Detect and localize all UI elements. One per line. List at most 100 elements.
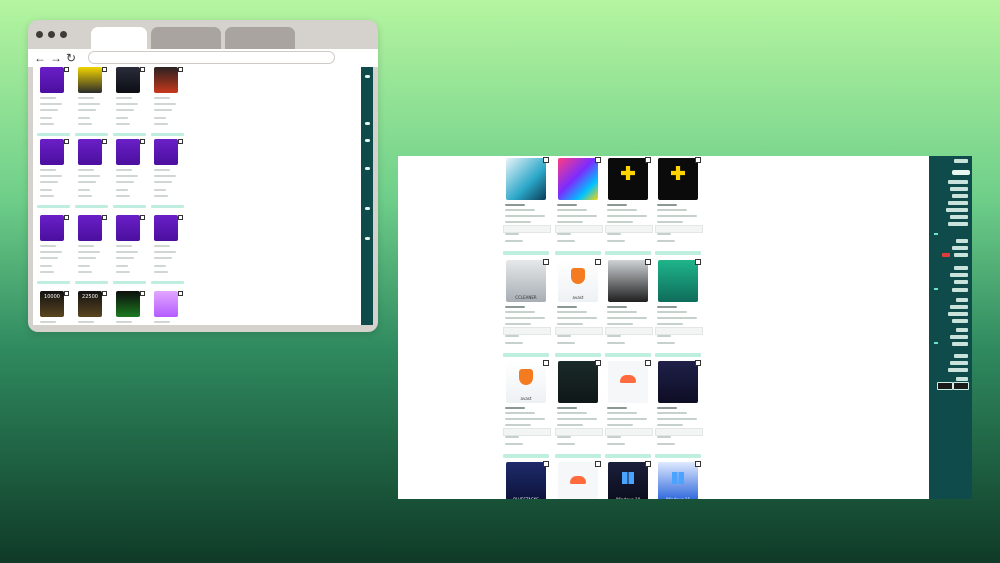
mini-sidebar-item[interactable]	[365, 207, 370, 210]
sidebar-login-button[interactable]	[952, 170, 970, 175]
variant-select[interactable]	[555, 428, 603, 436]
compare-checkbox[interactable]	[695, 259, 701, 265]
sidebar-item[interactable]	[954, 280, 968, 284]
sidebar-item[interactable]	[952, 194, 968, 198]
compare-checkbox[interactable]	[645, 157, 651, 163]
add-to-cart-button[interactable]	[605, 353, 651, 357]
variant-select[interactable]	[503, 225, 551, 233]
mini-sidebar-item[interactable]	[365, 122, 370, 125]
mini-product-image[interactable]: 22500	[78, 291, 102, 317]
sidebar-item[interactable]	[948, 180, 968, 184]
card-windows-11[interactable]: Windows 11	[655, 461, 701, 499]
mini-compare-checkbox[interactable]	[140, 291, 145, 296]
forward-arrow-icon[interactable]: →	[50, 50, 62, 66]
mini-add-to-cart-button[interactable]	[113, 281, 146, 284]
mini-product-card[interactable]	[113, 289, 147, 325]
compare-checkbox[interactable]	[595, 360, 601, 366]
add-to-cart-button[interactable]	[503, 251, 549, 255]
card-software-box[interactable]	[605, 259, 653, 357]
browser-tab-3[interactable]	[225, 27, 295, 49]
sidebar-item[interactable]	[952, 319, 968, 323]
mini-product-image[interactable]	[40, 139, 64, 165]
mini-compare-checkbox[interactable]	[178, 139, 183, 144]
sidebar-item[interactable]	[950, 335, 968, 339]
variant-select[interactable]	[605, 225, 653, 233]
compare-checkbox[interactable]	[645, 360, 651, 366]
mini-compare-checkbox[interactable]	[178, 291, 183, 296]
compare-checkbox[interactable]	[595, 461, 601, 467]
google-play-badge[interactable]	[937, 382, 953, 390]
card-ccleaner[interactable]: CCLEANER	[503, 259, 551, 357]
card-easeus[interactable]	[655, 259, 703, 357]
variant-select[interactable]	[555, 327, 603, 335]
mini-sidebar-item[interactable]	[365, 167, 370, 170]
variant-select[interactable]	[655, 225, 703, 233]
card-security-1[interactable]	[503, 157, 551, 255]
compare-checkbox[interactable]	[695, 360, 701, 366]
product-image[interactable]	[558, 462, 598, 499]
mini-product-image[interactable]	[154, 67, 178, 93]
add-to-cart-button[interactable]	[555, 353, 601, 357]
sidebar-item[interactable]	[952, 342, 968, 346]
compare-checkbox[interactable]	[543, 157, 549, 163]
product-image[interactable]	[558, 158, 598, 200]
mini-product-card[interactable]	[75, 67, 109, 136]
sidebar-item[interactable]	[948, 201, 968, 205]
add-to-cart-button[interactable]	[655, 251, 701, 255]
product-image[interactable]	[506, 158, 546, 200]
mini-product-card[interactable]	[151, 213, 185, 284]
mini-add-to-cart-button[interactable]	[75, 205, 108, 208]
mini-product-card[interactable]	[37, 67, 71, 136]
product-image[interactable]	[608, 260, 648, 302]
card-cloud-1[interactable]	[605, 360, 653, 458]
mini-product-card[interactable]: 10000	[37, 289, 71, 325]
mini-compare-checkbox[interactable]	[102, 291, 107, 296]
mini-product-card[interactable]	[113, 213, 147, 284]
mini-add-to-cart-button[interactable]	[113, 205, 146, 208]
mini-add-to-cart-button[interactable]	[151, 205, 184, 208]
mini-product-card[interactable]	[151, 67, 185, 136]
compare-checkbox[interactable]	[645, 259, 651, 265]
product-image[interactable]: BLUESTACKS	[506, 462, 546, 499]
mini-product-image[interactable]	[78, 215, 102, 241]
mini-product-image[interactable]	[78, 139, 102, 165]
mini-product-image[interactable]	[154, 215, 178, 241]
card-windows-10[interactable]: Windows 10	[605, 461, 651, 499]
address-bar[interactable]	[88, 51, 335, 64]
mini-compare-checkbox[interactable]	[64, 291, 69, 296]
maximize-dot-icon[interactable]	[60, 31, 67, 38]
mini-product-card[interactable]	[37, 213, 71, 284]
mini-compare-checkbox[interactable]	[102, 67, 107, 72]
variant-select[interactable]	[503, 327, 551, 335]
variant-select[interactable]	[605, 327, 653, 335]
minimize-dot-icon[interactable]	[48, 31, 55, 38]
card-avast-2[interactable]: avast	[503, 360, 551, 458]
sidebar-item[interactable]	[948, 368, 968, 372]
mini-add-to-cart-button[interactable]	[75, 133, 108, 136]
mini-compare-checkbox[interactable]	[102, 215, 107, 220]
mini-product-image[interactable]	[116, 139, 140, 165]
product-image[interactable]: CCLEANER	[506, 260, 546, 302]
mini-add-to-cart-button[interactable]	[75, 281, 108, 284]
product-image[interactable]: Windows 10	[608, 462, 648, 499]
mini-sidebar-item[interactable]	[365, 139, 370, 142]
mini-compare-checkbox[interactable]	[140, 67, 145, 72]
card-vpn[interactable]	[555, 360, 603, 458]
variant-select[interactable]	[555, 225, 603, 233]
add-to-cart-button[interactable]	[655, 454, 701, 458]
card-avast-1[interactable]: avast	[555, 259, 603, 357]
sidebar-item[interactable]	[950, 187, 968, 191]
mini-add-to-cart-button[interactable]	[37, 205, 70, 208]
mini-product-image[interactable]	[154, 291, 178, 317]
add-to-cart-button[interactable]	[555, 454, 601, 458]
compare-checkbox[interactable]	[543, 461, 549, 467]
compare-checkbox[interactable]	[543, 259, 549, 265]
product-image[interactable]	[608, 361, 648, 403]
card-cloud-2[interactable]	[555, 461, 601, 499]
mini-product-card[interactable]	[151, 289, 185, 325]
mini-product-card[interactable]	[75, 213, 109, 284]
mini-compare-checkbox[interactable]	[64, 67, 69, 72]
product-image[interactable]	[658, 260, 698, 302]
variant-select[interactable]	[605, 428, 653, 436]
sidebar-item[interactable]	[948, 312, 968, 316]
